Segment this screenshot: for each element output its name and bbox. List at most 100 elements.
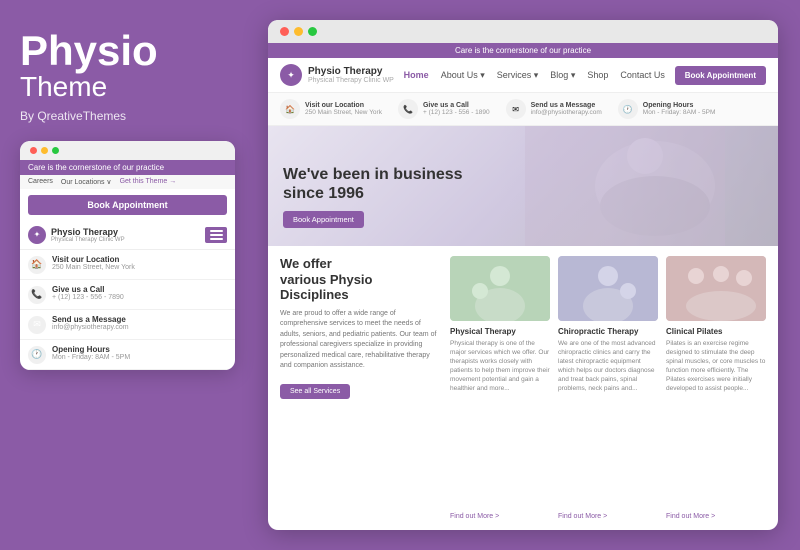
mobile-location-row: 🏠 Visit our Location 250 Main Street, Ne… bbox=[20, 250, 235, 280]
mobile-notice: Care is the cornerstone of our practice bbox=[20, 160, 235, 175]
desk-hours-val: Mon - Friday: 8AM - 5PM bbox=[643, 109, 716, 116]
phone-icon: 📞 bbox=[28, 286, 46, 304]
desktop-clock-icon: 🕐 bbox=[618, 99, 638, 119]
nav-blog[interactable]: Blog bbox=[550, 70, 575, 81]
desk-hours-label: Opening Hours bbox=[643, 102, 716, 109]
card3-name: Clinical Pilates bbox=[666, 327, 766, 336]
card2-link[interactable]: Find out More > bbox=[558, 513, 658, 520]
dot-green bbox=[52, 147, 59, 154]
desktop-nav: ✦ Physio Therapy Physical Therapy Clinic… bbox=[268, 58, 778, 93]
mobile-nav: Careers Our Locations ∨ Get this Theme → bbox=[20, 175, 235, 189]
desk-location-val: 250 Main Street, New York bbox=[305, 109, 382, 116]
dot-red bbox=[30, 147, 37, 154]
desktop-nav-logo: ✦ Physio Therapy Physical Therapy Clinic… bbox=[280, 64, 394, 86]
card1-link[interactable]: Find out More > bbox=[450, 513, 550, 520]
mobile-logo-sub: Physical Therapy Clinic WP bbox=[51, 237, 125, 243]
card3-image bbox=[666, 256, 766, 321]
see-services-button[interactable]: See all Services bbox=[280, 384, 350, 399]
desktop-mockup: Care is the cornerstone of our practice … bbox=[268, 20, 778, 530]
location-val: 250 Main Street, New York bbox=[52, 264, 135, 271]
desktop-logo-sub: Physical Therapy Clinic WP bbox=[308, 77, 394, 84]
card3-desc: Pilates is an exercise regime designed t… bbox=[666, 339, 766, 510]
message-val: info@physiotherapy.com bbox=[52, 324, 129, 331]
card1-desc: Physical therapy is one of the major ser… bbox=[450, 339, 550, 510]
mobile-call-text: Give us a Call + (12) 123 - 556 - 7890 bbox=[52, 285, 124, 301]
nav-contact[interactable]: Contact Us bbox=[620, 70, 665, 80]
card1-image bbox=[450, 256, 550, 321]
mobile-nav-theme[interactable]: Get this Theme → bbox=[120, 178, 177, 186]
desktop-hero: We've been in business since 1996 Book A… bbox=[268, 126, 778, 246]
desktop-hours-item: 🕐 Opening Hours Mon - Friday: 8AM - 5PM bbox=[618, 99, 716, 119]
desktop-notice: Care is the cornerstone of our practice bbox=[268, 43, 778, 58]
mobile-message-row: ✉ Send us a Message info@physiotherapy.c… bbox=[20, 310, 235, 340]
mobile-hours-text: Opening Hours Mon - Friday: 8AM - 5PM bbox=[52, 345, 130, 361]
card-clinical-pilates: Clinical Pilates Pilates is an exercise … bbox=[666, 256, 766, 520]
offer-title: We offer various Physio Disciplines bbox=[280, 256, 440, 303]
brand-by: By QreativeThemes bbox=[20, 109, 250, 123]
desktop-message-item: ✉ Send us a Message info@physiotherapy.c… bbox=[506, 99, 602, 119]
desktop-top-bar bbox=[268, 20, 778, 43]
dot-yellow bbox=[41, 147, 48, 154]
offer-section: We offer various Physio Disciplines We a… bbox=[280, 256, 440, 520]
card2-name: Chiropractic Therapy bbox=[558, 327, 658, 336]
desk-dot-red bbox=[280, 27, 289, 36]
desktop-email-icon: ✉ bbox=[506, 99, 526, 119]
mobile-hours-row: 🕐 Opening Hours Mon - Friday: 8AM - 5PM bbox=[20, 340, 235, 370]
brand-title: Physio bbox=[20, 30, 250, 72]
desktop-nav-links: Home About Us Services Blog Shop Contact… bbox=[404, 70, 665, 81]
mobile-logo-name: Physio Therapy bbox=[51, 227, 125, 237]
mobile-nav-locations[interactable]: Our Locations ∨ bbox=[61, 178, 112, 186]
card-physical-therapy: Physical Therapy Physical therapy is one… bbox=[450, 256, 550, 520]
nav-about[interactable]: About Us bbox=[441, 70, 485, 81]
mobile-nav-careers[interactable]: Careers bbox=[28, 178, 53, 186]
mobile-logo-icon: ✦ bbox=[28, 226, 46, 244]
desktop-location-text: Visit our Location 250 Main Street, New … bbox=[305, 102, 382, 116]
card2-image bbox=[558, 256, 658, 321]
desktop-message-text: Send us a Message info@physiotherapy.com bbox=[531, 102, 602, 116]
nav-services[interactable]: Services bbox=[497, 70, 539, 81]
desktop-location-item: 🏠 Visit our Location 250 Main Street, Ne… bbox=[280, 99, 382, 119]
mobile-book-button[interactable]: Book Appointment bbox=[28, 195, 227, 215]
clock-icon: 🕐 bbox=[28, 346, 46, 364]
card-chiropractic-therapy: Chiropractic Therapy We are one of the m… bbox=[558, 256, 658, 520]
desk-dot-green bbox=[308, 27, 317, 36]
location-icon: 🏠 bbox=[28, 256, 46, 274]
email-icon: ✉ bbox=[28, 316, 46, 334]
hamburger-icon[interactable] bbox=[205, 227, 227, 243]
desktop-call-text: Give us a Call + (12) 123 - 556 - 1890 bbox=[423, 102, 490, 116]
mobile-top-bar bbox=[20, 141, 235, 160]
mobile-logo-area: ✦ Physio Therapy Physical Therapy Clinic… bbox=[28, 226, 125, 244]
service-cards: Physical Therapy Physical therapy is one… bbox=[450, 256, 766, 520]
mobile-call-row: 📞 Give us a Call + (12) 123 - 556 - 7890 bbox=[20, 280, 235, 310]
hours-val: Mon - Friday: 8AM - 5PM bbox=[52, 354, 130, 361]
desktop-book-button[interactable]: Book Appointment bbox=[675, 66, 766, 85]
nav-shop[interactable]: Shop bbox=[587, 70, 608, 80]
mobile-logo-text: Physio Therapy Physical Therapy Clinic W… bbox=[51, 227, 125, 243]
desktop-phone-icon: 📞 bbox=[398, 99, 418, 119]
offer-text: We are proud to offer a wide range of co… bbox=[280, 309, 440, 372]
desktop-content: Care is the cornerstone of our practice … bbox=[268, 43, 778, 530]
location-label: Visit our Location bbox=[52, 255, 135, 264]
card2-desc: We are one of the most advanced chiropra… bbox=[558, 339, 658, 510]
hero-image bbox=[472, 126, 778, 246]
desk-location-label: Visit our Location bbox=[305, 102, 382, 109]
desk-call-label: Give us a Call bbox=[423, 102, 490, 109]
card1-name: Physical Therapy bbox=[450, 327, 550, 336]
mobile-header: ✦ Physio Therapy Physical Therapy Clinic… bbox=[20, 221, 235, 250]
desktop-location-icon: 🏠 bbox=[280, 99, 300, 119]
mobile-message-text: Send us a Message info@physiotherapy.com bbox=[52, 315, 129, 331]
brand-subtitle: Theme bbox=[20, 72, 250, 103]
nav-home[interactable]: Home bbox=[404, 70, 429, 80]
desktop-info-bar: 🏠 Visit our Location 250 Main Street, Ne… bbox=[268, 93, 778, 126]
desktop-logo-icon: ✦ bbox=[280, 64, 302, 86]
hero-book-button[interactable]: Book Appointment bbox=[283, 211, 364, 228]
desktop-logo-text: Physio Therapy Physical Therapy Clinic W… bbox=[308, 66, 394, 84]
hero-text: We've been in business since 1996 bbox=[283, 165, 463, 203]
card3-link[interactable]: Find out More > bbox=[666, 513, 766, 520]
hours-label: Opening Hours bbox=[52, 345, 130, 354]
desktop-logo-name: Physio Therapy bbox=[308, 66, 394, 77]
message-label: Send us a Message bbox=[52, 315, 129, 324]
desktop-hours-text: Opening Hours Mon - Friday: 8AM - 5PM bbox=[643, 102, 716, 116]
brand-physio: Physio bbox=[20, 27, 158, 74]
desktop-services: We offer various Physio Disciplines We a… bbox=[268, 246, 778, 530]
